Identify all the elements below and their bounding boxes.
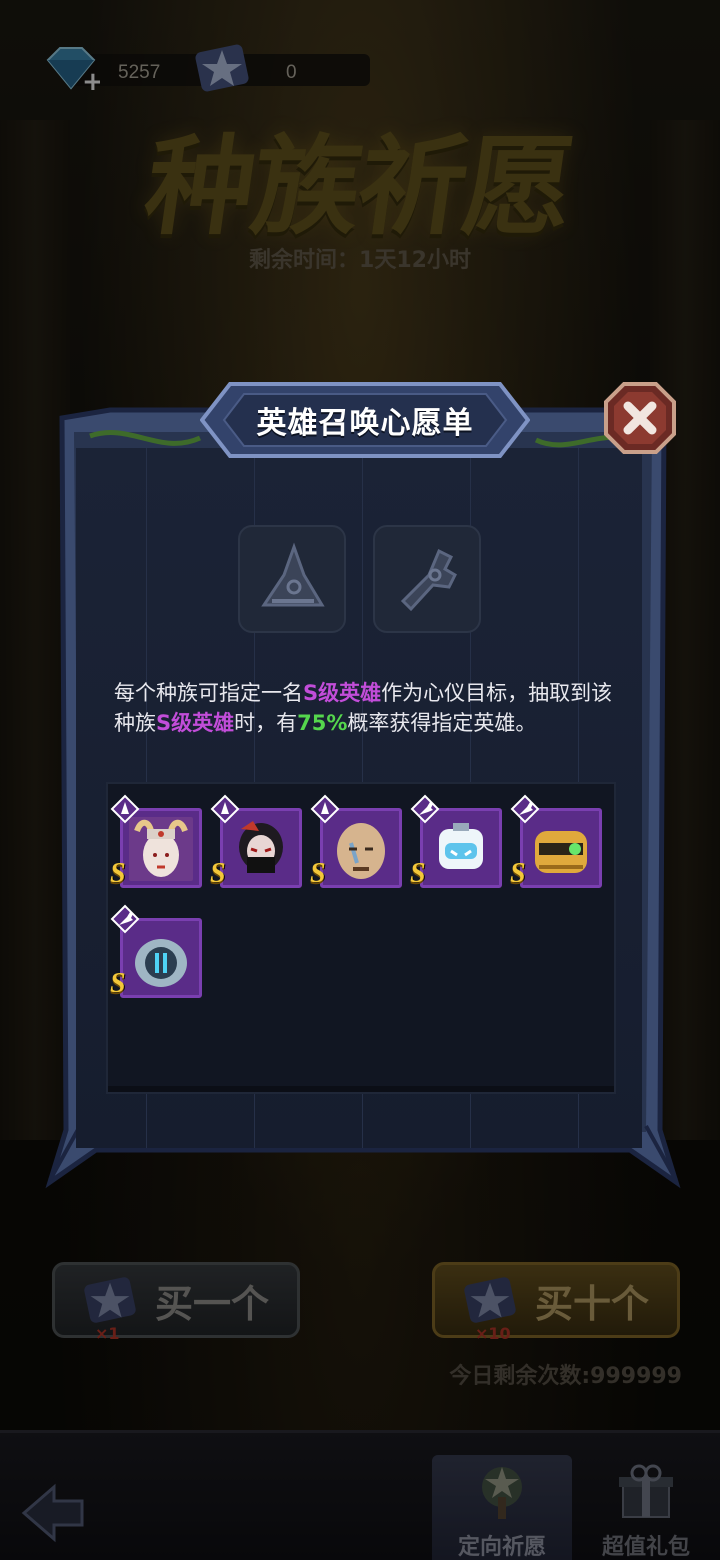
desc-highlight-grade: S级英雄 (303, 681, 382, 705)
hero-grade: S (110, 968, 126, 999)
desc-text: 概率获得指定英雄。 (347, 711, 537, 735)
wishlist-modal: 英雄召唤心愿单 每个种族可指定一名S级英雄作为心仪目标，抽取到该种族S级英雄时，… (40, 370, 686, 1190)
bald-warrior-portrait (329, 817, 393, 881)
hero-card[interactable]: S (510, 794, 602, 889)
close-icon (604, 382, 676, 454)
hero-card[interactable]: S (310, 794, 402, 889)
hero-card[interactable]: S (410, 794, 502, 889)
armored-robot-portrait (129, 927, 193, 991)
hero-grade: S (210, 858, 226, 889)
hero-grade: S (310, 858, 326, 889)
wishlist-description: 每个种族可指定一名S级英雄作为心仪目标，抽取到该种族S级英雄时，有75%概率获得… (114, 678, 614, 738)
desc-highlight-rate: 75% (297, 711, 348, 735)
mage-race-badge-icon (210, 794, 240, 824)
hero-list: S S S S S S (106, 782, 616, 1094)
hero-grade: S (110, 858, 126, 889)
hero-card[interactable]: S (110, 904, 202, 999)
mech-race-badge-icon (110, 904, 140, 934)
hero-grade: S (510, 858, 526, 889)
hero-grade: S (410, 858, 426, 889)
race-slot-mage[interactable] (238, 525, 346, 633)
mech-race-badge-icon (510, 794, 540, 824)
desc-text: 每个种族可指定一名 (114, 681, 303, 705)
mage-hat-icon (261, 542, 325, 607)
hero-card[interactable]: S (210, 794, 302, 889)
close-button[interactable] (602, 380, 678, 456)
modal-title: 英雄召唤心愿单 (256, 406, 474, 441)
hero-card[interactable]: S (110, 794, 202, 889)
mage-race-badge-icon (310, 794, 340, 824)
mech-race-badge-icon (410, 794, 440, 824)
masked-ninja-portrait (229, 817, 293, 881)
gold-robot-portrait (529, 817, 593, 881)
horned-priestess-portrait (129, 817, 193, 881)
race-slot-mech[interactable] (373, 525, 481, 633)
mage-race-badge-icon (110, 794, 140, 824)
desc-text: 时，有 (234, 711, 298, 735)
white-robot-portrait (429, 817, 493, 881)
desc-highlight-grade: S级英雄 (156, 711, 235, 735)
mech-wrench-icon (400, 548, 457, 612)
